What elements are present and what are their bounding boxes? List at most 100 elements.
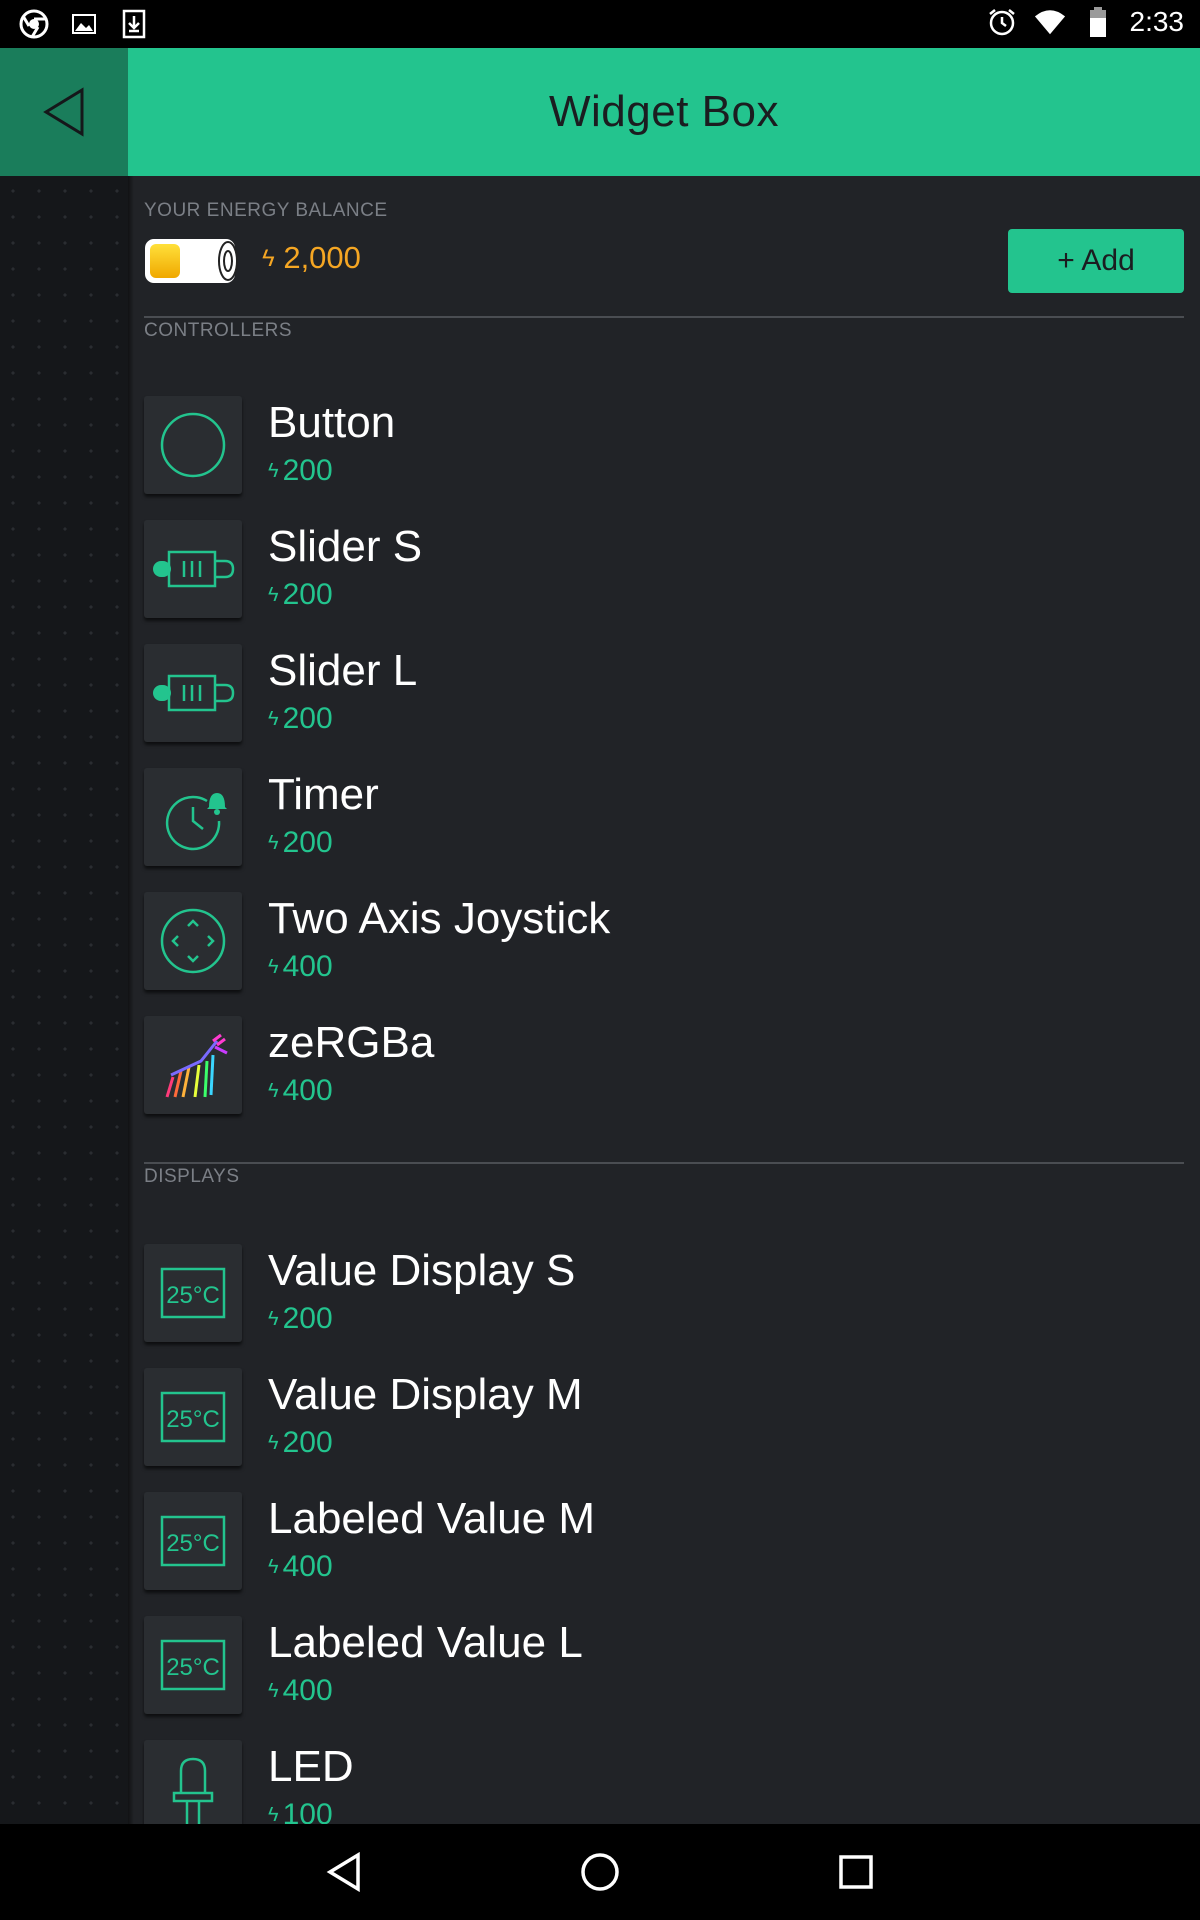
temperature-display-icon: 25°C — [144, 1368, 242, 1466]
widget-cost: ϟ 200 — [268, 1302, 333, 1336]
widget-cost-value: 200 — [282, 1302, 333, 1335]
widget-cost-value: 200 — [282, 826, 333, 859]
widget-cost: ϟ 200 — [268, 454, 333, 488]
led-icon — [144, 1740, 242, 1824]
section-label-displays: DISPLAYS — [144, 1166, 240, 1187]
temperature-display-icon: 25°C — [144, 1244, 242, 1342]
widget-name: Value Display M — [268, 1370, 583, 1419]
widget-value-display-s[interactable]: 25°C Value Display S ϟ 200 — [144, 1244, 1184, 1344]
widget-cost: ϟ 200 — [268, 1426, 333, 1460]
slider-icon — [144, 644, 242, 742]
energy-balance: ϟ 2,000 — [262, 240, 361, 276]
widget-cost: ϟ 100 — [268, 1798, 333, 1824]
widget-cost-value: 200 — [282, 1426, 333, 1459]
nav-recents-icon — [839, 1855, 873, 1889]
widget-cost: ϟ 400 — [268, 1674, 333, 1708]
widget-slider-s[interactable]: Slider S ϟ 200 — [144, 520, 1184, 620]
timer-icon — [144, 768, 242, 866]
button-circle-icon — [144, 396, 242, 494]
widget-button[interactable]: Button ϟ 200 — [144, 396, 1184, 496]
widget-labeled-value-m[interactable]: 25°C Labeled Value M ϟ 400 — [144, 1492, 1184, 1592]
bolt-icon: ϟ — [268, 1804, 279, 1824]
widget-cost-value: 400 — [282, 1550, 333, 1583]
widget-cost-value: 400 — [282, 950, 333, 983]
widget-name: Value Display S — [268, 1246, 576, 1295]
nav-recents-button[interactable] — [826, 1842, 886, 1902]
widget-name: Timer — [268, 770, 379, 819]
icon-text: 25°C — [166, 1406, 220, 1433]
widget-cost: ϟ 400 — [268, 1074, 333, 1108]
nav-back-button[interactable] — [314, 1842, 374, 1902]
icon-text: 25°C — [166, 1654, 220, 1681]
widget-cost: ϟ 200 — [268, 578, 333, 612]
widget-cost-value: 400 — [282, 1674, 333, 1707]
dashboard-background — [0, 48, 128, 1824]
widget-name: Labeled Value L — [268, 1618, 583, 1667]
widget-labeled-value-l[interactable]: 25°C Labeled Value L ϟ 400 — [144, 1616, 1184, 1716]
status-bar: 2:33 — [0, 0, 1200, 48]
temperature-display-icon: 25°C — [144, 1492, 242, 1590]
temperature-display-icon: 25°C — [144, 1616, 242, 1714]
widget-name: Labeled Value M — [268, 1494, 595, 1543]
widget-cost: ϟ 200 — [268, 826, 333, 860]
divider — [144, 316, 1184, 318]
section-label-controllers: CONTROLLERS — [144, 320, 293, 341]
widget-timer[interactable]: Timer ϟ 200 — [144, 768, 1184, 868]
widget-cost-value: 200 — [282, 454, 333, 487]
widget-name: Slider S — [268, 522, 423, 571]
bolt-icon: ϟ — [268, 1432, 279, 1454]
back-button[interactable] — [0, 48, 128, 176]
divider — [144, 1162, 1184, 1164]
slider-icon — [144, 520, 242, 618]
widget-name: LED — [268, 1742, 354, 1791]
download-icon — [118, 8, 150, 40]
bolt-icon: ϟ — [262, 245, 275, 272]
zebra-icon — [144, 1016, 242, 1114]
widget-box-panel: Widget Box YOUR ENERGY BALANCE ϟ 2,000 +… — [128, 48, 1200, 1824]
widget-value-display-m[interactable]: 25°C Value Display M ϟ 200 — [144, 1368, 1184, 1468]
widget-led[interactable]: LED ϟ 100 — [144, 1740, 1184, 1824]
widget-cost-value: 200 — [282, 702, 333, 735]
widget-zergba[interactable]: zeRGBa ϟ 400 — [144, 1016, 1184, 1116]
battery-icon — [1082, 6, 1114, 38]
energy-balance-value: 2,000 — [283, 240, 361, 275]
widget-name: Button — [268, 398, 396, 447]
image-icon — [68, 8, 100, 40]
widget-name: zeRGBa — [268, 1018, 435, 1067]
icon-text: 25°C — [166, 1282, 220, 1309]
bolt-icon: ϟ — [268, 1308, 279, 1330]
clock: 2:33 — [1129, 6, 1185, 37]
widget-cost-value: 100 — [282, 1798, 333, 1824]
header: Widget Box — [128, 48, 1200, 176]
widget-two-axis-joystick[interactable]: Two Axis Joystick ϟ 400 — [144, 892, 1184, 992]
page-title: Widget Box — [549, 87, 779, 136]
widget-cost: ϟ 400 — [268, 950, 333, 984]
widget-name: Slider L — [268, 646, 418, 695]
chrome-icon — [18, 8, 50, 40]
nav-home-icon — [581, 1853, 619, 1891]
widget-cost-value: 200 — [282, 578, 333, 611]
bolt-icon: ϟ — [268, 1680, 279, 1702]
back-triangle-icon — [43, 87, 84, 137]
bolt-icon: ϟ — [268, 708, 279, 730]
wifi-icon — [1034, 6, 1066, 38]
widget-name: Two Axis Joystick — [268, 894, 611, 943]
widget-cost: ϟ 400 — [268, 1550, 333, 1584]
widget-slider-l[interactable]: Slider L ϟ 200 — [144, 644, 1184, 744]
nav-home-button[interactable] — [570, 1842, 630, 1902]
bolt-icon: ϟ — [268, 584, 279, 606]
navigation-bar — [0, 1824, 1200, 1920]
icon-text: 25°C — [166, 1530, 220, 1557]
alarm-icon — [986, 6, 1018, 38]
bolt-icon: ϟ — [268, 956, 279, 978]
nav-back-icon — [326, 1852, 360, 1892]
bolt-icon: ϟ — [268, 1080, 279, 1102]
energy-battery-icon — [144, 238, 240, 284]
joystick-icon — [144, 892, 242, 990]
bolt-icon: ϟ — [268, 460, 279, 482]
add-energy-button[interactable]: + Add — [1008, 229, 1184, 293]
energy-balance-label: YOUR ENERGY BALANCE — [144, 200, 388, 221]
bolt-icon: ϟ — [268, 1556, 279, 1578]
bolt-icon: ϟ — [268, 832, 279, 854]
widget-cost: ϟ 200 — [268, 702, 333, 736]
